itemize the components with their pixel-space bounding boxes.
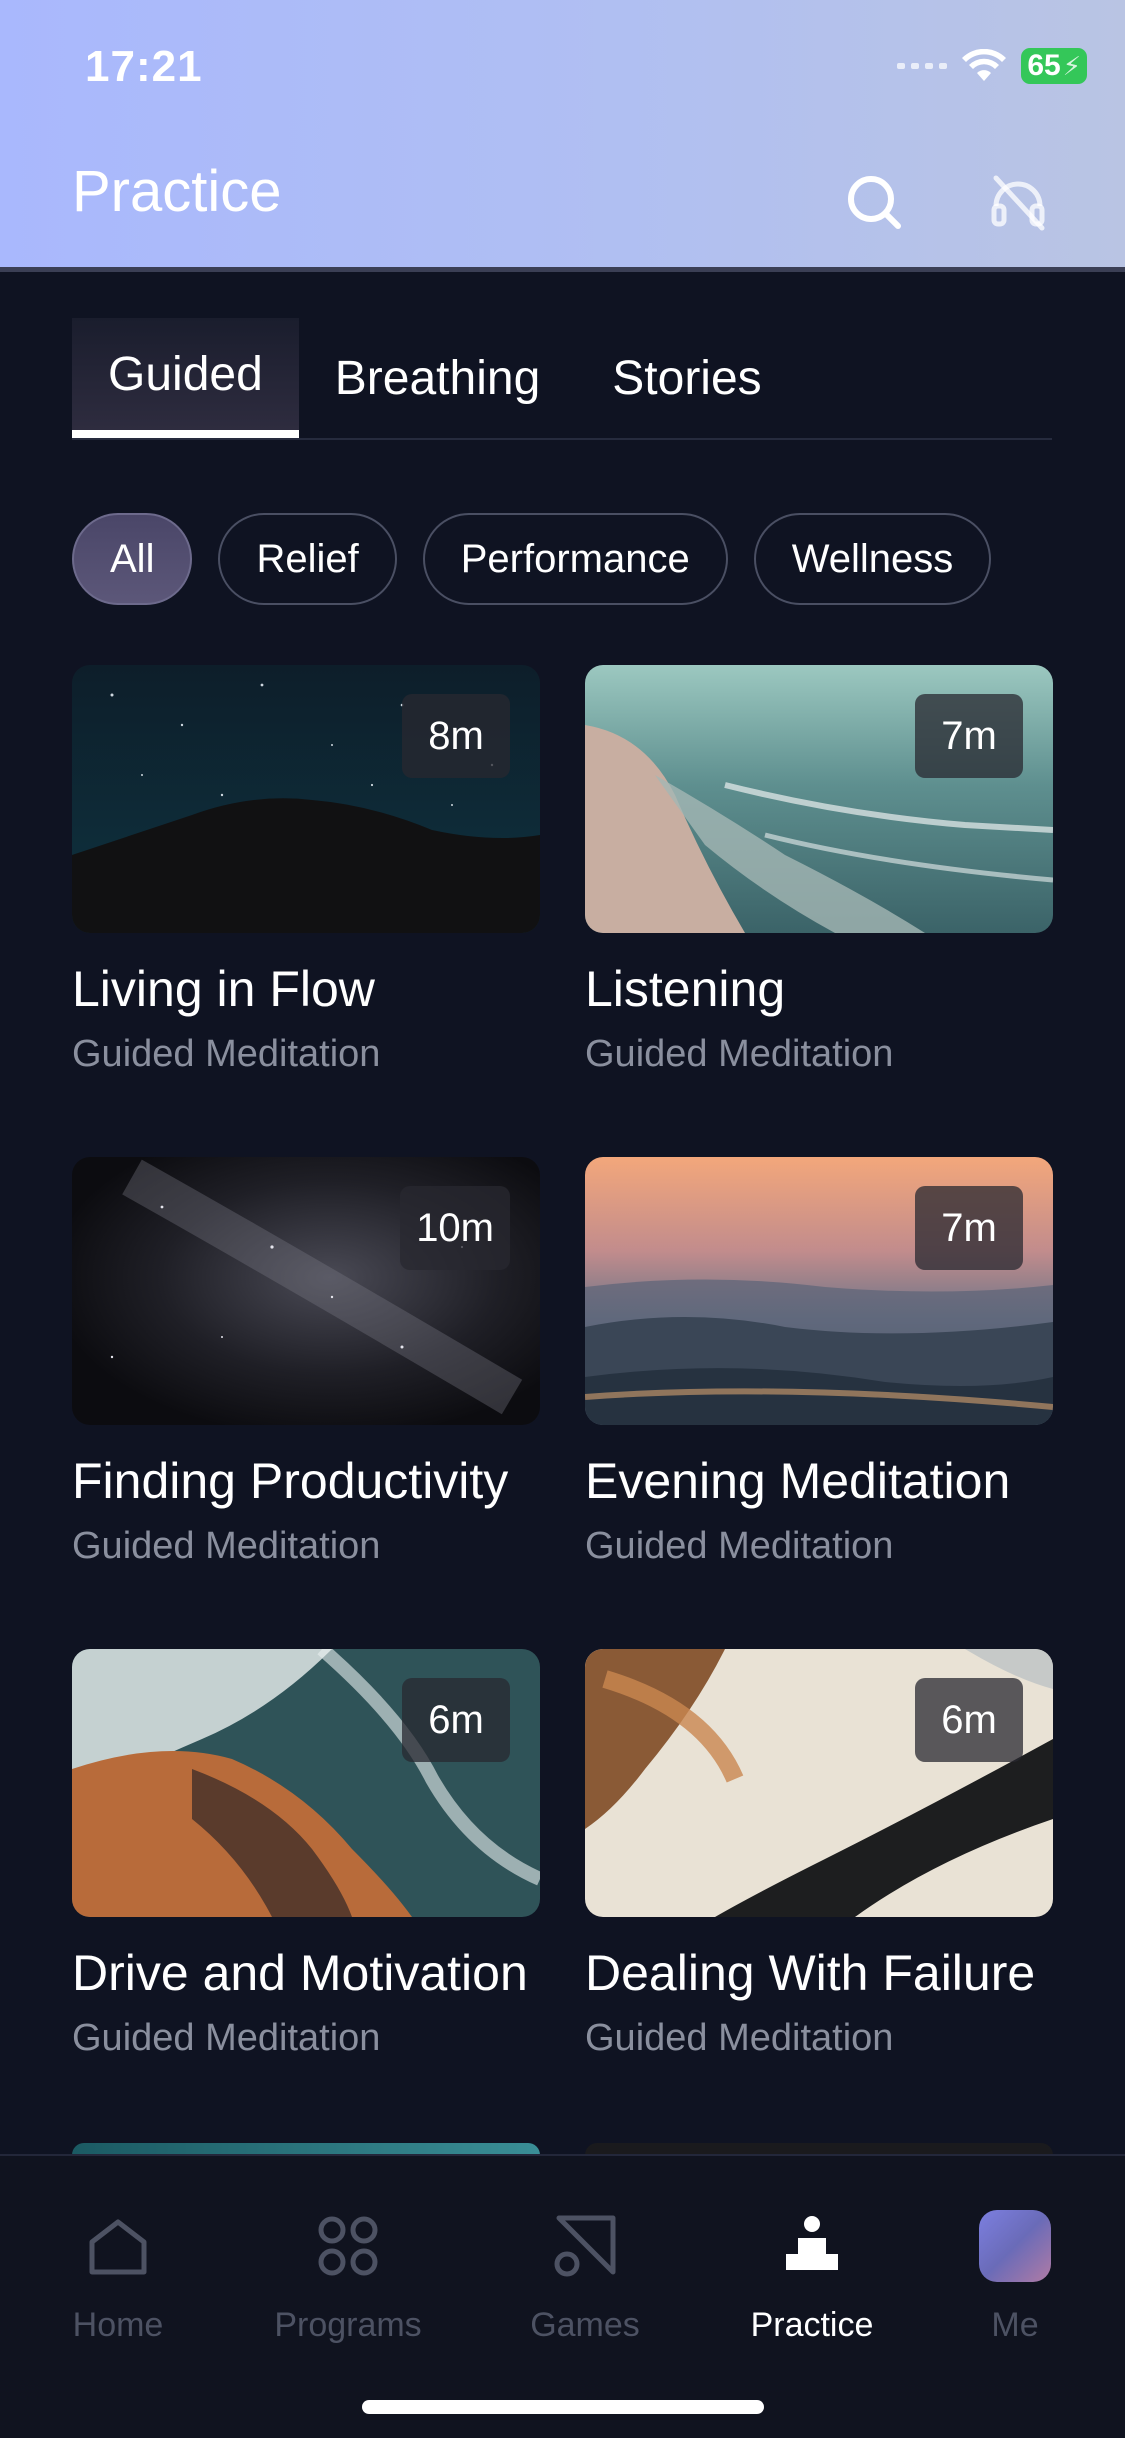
- session-thumbnail: 7m: [585, 1157, 1053, 1425]
- duration-badge: 7m: [915, 694, 1023, 778]
- filter-wellness[interactable]: Wellness: [753, 513, 992, 605]
- session-title: Listening: [585, 961, 786, 1017]
- duration-badge: 6m: [402, 1678, 510, 1762]
- battery-level: 65: [1027, 49, 1061, 82]
- session-title: Drive and Motivation: [72, 1945, 528, 2001]
- header: 17:21 65 ⚡ Practice: [0, 0, 1125, 272]
- duration-badge: 6m: [915, 1678, 1023, 1762]
- filter-performance[interactable]: Performance: [422, 513, 728, 605]
- session-card[interactable]: 8m Living in Flow Guided Meditation: [72, 665, 540, 1076]
- home-indicator: [362, 2400, 764, 2414]
- session-subtitle: Guided Meditation: [72, 1033, 381, 1075]
- no-sound-icon[interactable]: [984, 168, 1052, 236]
- nav-label: Practice: [750, 2306, 874, 2344]
- session-card[interactable]: 7m Listening Guided Meditation: [585, 665, 1053, 1076]
- practice-icon: [786, 2216, 838, 2270]
- signal-icon: [897, 63, 948, 69]
- nav-practice[interactable]: Practice: [722, 2206, 902, 2345]
- bottom-nav: Home Programs Games Practice Me: [0, 2154, 1125, 2438]
- duration-badge: 7m: [915, 1186, 1023, 1270]
- session-card[interactable]: 10m Finding Productivity Guided Meditati…: [72, 1157, 540, 1568]
- battery-icon: 65 ⚡: [1021, 48, 1087, 84]
- session-title: Finding Productivity: [72, 1453, 509, 1509]
- session-title: Living in Flow: [72, 961, 375, 1017]
- status-indicators: 65 ⚡: [897, 48, 1087, 84]
- session-subtitle: Guided Meditation: [585, 1033, 894, 1075]
- tab-label: Breathing: [334, 351, 541, 405]
- session-card[interactable]: 7m Evening Meditation Guided Meditation: [585, 1157, 1053, 1568]
- charging-icon: ⚡: [1062, 50, 1081, 81]
- session-title: Evening Meditation: [585, 1453, 1011, 1509]
- session-title: Dealing With Failure: [585, 1945, 1036, 2001]
- session-thumbnail: 6m: [585, 1649, 1053, 1917]
- tab-guided[interactable]: Guided: [72, 318, 299, 438]
- filter-relief[interactable]: Relief: [218, 513, 397, 605]
- programs-icon: [318, 2216, 378, 2276]
- session-thumbnail: 6m: [72, 1649, 540, 1917]
- nav-me[interactable]: Me: [925, 2206, 1105, 2345]
- nav-label: Me: [991, 2306, 1039, 2344]
- nav-programs[interactable]: Programs: [258, 2206, 438, 2345]
- home-icon: [89, 2219, 147, 2275]
- tab-label: Stories: [612, 351, 762, 405]
- session-subtitle: Guided Meditation: [72, 2017, 381, 2059]
- tab-breathing[interactable]: Breathing: [299, 318, 576, 438]
- games-icon: [554, 2215, 616, 2277]
- wifi-icon: [962, 49, 1007, 81]
- session-subtitle: Guided Meditation: [585, 1525, 894, 1567]
- session-subtitle: Guided Meditation: [72, 1525, 381, 1567]
- practice-tabs: Guided Breathing Stories: [72, 318, 1052, 440]
- page-title: Practice: [72, 159, 282, 224]
- nav-label: Programs: [274, 2306, 422, 2344]
- tab-label: Guided: [108, 347, 263, 401]
- duration-badge: 8m: [402, 694, 510, 778]
- filter-all[interactable]: All: [72, 513, 193, 605]
- session-thumbnail: 8m: [72, 665, 540, 933]
- search-icon[interactable]: [840, 168, 908, 236]
- nav-games[interactable]: Games: [495, 2206, 675, 2345]
- session-thumbnail: 10m: [72, 1157, 540, 1425]
- avatar: [979, 2210, 1051, 2282]
- session-subtitle: Guided Meditation: [585, 2017, 894, 2059]
- nav-home[interactable]: Home: [28, 2206, 208, 2345]
- nav-label: Home: [72, 2306, 164, 2344]
- status-time: 17:21: [85, 42, 203, 91]
- session-thumbnail: 7m: [585, 665, 1053, 933]
- session-card[interactable]: 6m Dealing With Failure Guided Meditatio…: [585, 1649, 1053, 2060]
- duration-badge: 10m: [400, 1186, 510, 1270]
- session-card[interactable]: 6m Drive and Motivation Guided Meditatio…: [72, 1649, 540, 2060]
- tab-stories[interactable]: Stories: [576, 318, 797, 438]
- filter-chips: All Relief Performance Wellness: [72, 513, 992, 605]
- nav-label: Games: [530, 2306, 640, 2344]
